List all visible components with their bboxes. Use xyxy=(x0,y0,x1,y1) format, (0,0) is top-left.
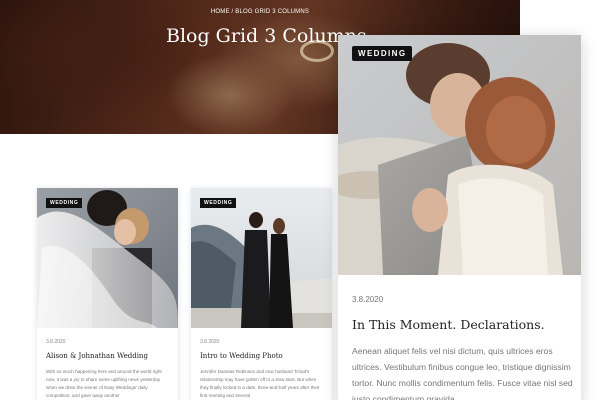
post-excerpt: With so much happening here and around t… xyxy=(46,369,162,398)
category-badge[interactable]: WEDDING xyxy=(352,46,413,61)
post-excerpt: Jennifer Damitas Robinson and now husban… xyxy=(200,369,320,398)
post-thumbnail-image[interactable]: WEDDING xyxy=(191,188,332,328)
breadcrumb-current: BLOG GRID 3 COLUMNS xyxy=(235,9,310,15)
beach-couple-photo xyxy=(191,188,332,328)
featured-post-image[interactable]: WEDDING xyxy=(338,35,581,275)
post-title[interactable]: Intro to Wedding Photo xyxy=(200,352,283,360)
breadcrumb: HOME / BLOG GRID 3 COLUMNS xyxy=(0,9,520,15)
veiled-couple-photo xyxy=(37,188,178,328)
post-excerpt: Aenean aliquet felis vel nisi dictum, qu… xyxy=(352,346,573,400)
embracing-couple-photo xyxy=(338,35,581,275)
blog-post-card[interactable]: WEDDING 3.8.2020 Alison & Johnathan Wedd… xyxy=(37,188,178,400)
blog-post-card[interactable]: WEDDING 3.8.2020 Intro to Wedding Photo … xyxy=(191,188,332,400)
post-date: 3.8.2020 xyxy=(200,339,220,345)
page-title: Blog Grid 3 Columns xyxy=(166,25,367,47)
post-thumbnail-image[interactable]: WEDDING xyxy=(37,188,178,328)
category-badge[interactable]: WEDDING xyxy=(46,198,83,208)
post-date: 3.8.2020 xyxy=(46,339,66,345)
breadcrumb-home-link[interactable]: HOME xyxy=(211,9,230,15)
category-badge[interactable]: WEDDING xyxy=(200,198,237,208)
post-title[interactable]: Alison & Johnathan Wedding xyxy=(46,352,148,360)
post-title[interactable]: In This Moment. Declarations. xyxy=(352,317,545,332)
post-date: 3.8.2020 xyxy=(352,295,384,304)
breadcrumb-separator: / xyxy=(231,9,234,15)
featured-post-card[interactable]: WEDDING 3.8.2020 In This Moment. Declara… xyxy=(338,35,581,400)
